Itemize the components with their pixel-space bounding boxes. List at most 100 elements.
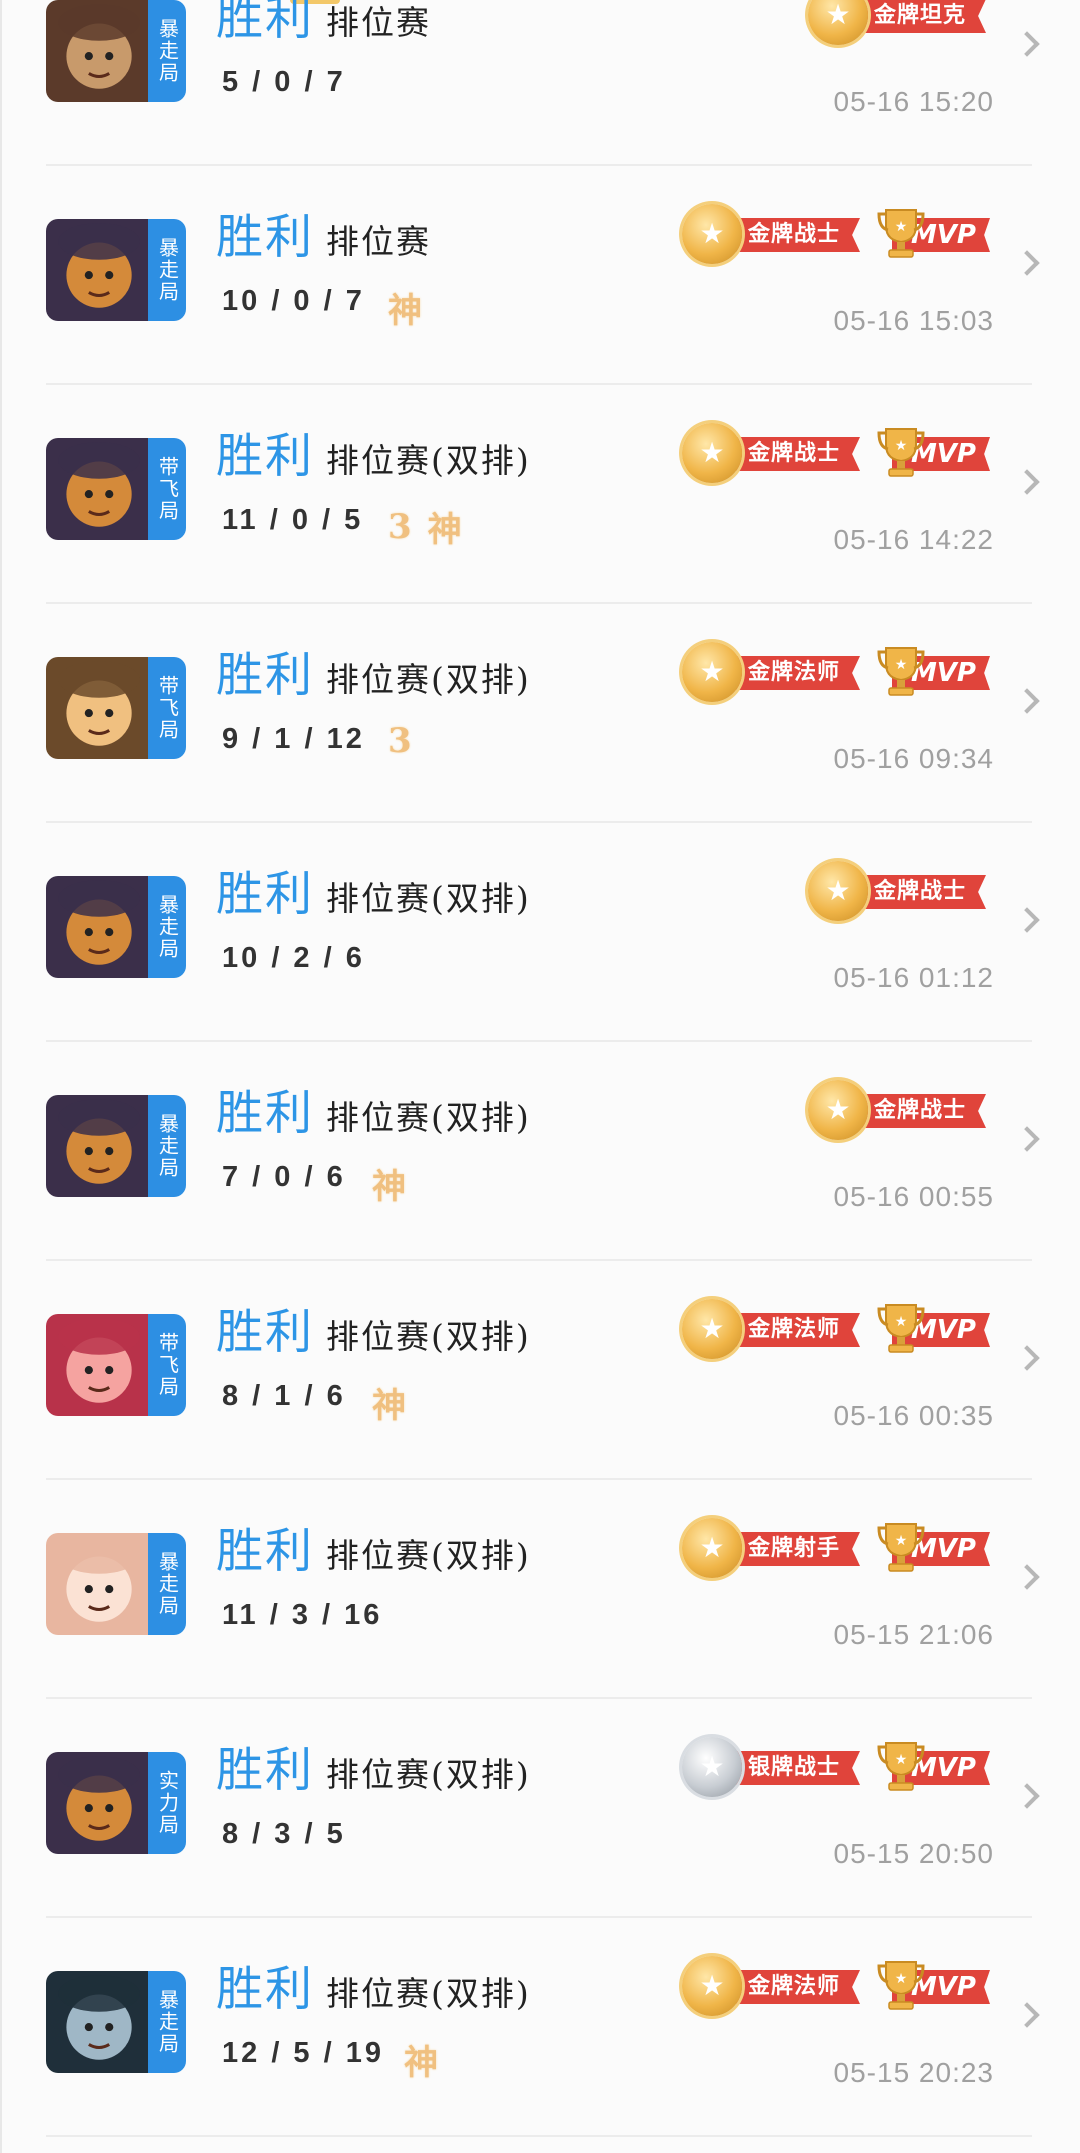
hero-portrait-graphic [46,1533,148,1635]
match-row[interactable]: 暴走局 胜利 排位赛(双排) 7 / 0 / 6 神 金牌战士 ★ 05-16 00:55 [0,1042,1080,1261]
trophy-icon: ★ [876,1739,926,1793]
match-mode-tag: 带飞局 [148,1314,186,1416]
match-mode-name: 排位赛(双排) [326,1974,531,2013]
trophy-icon: ★ [876,425,926,479]
match-kda: 8 / 3 / 5 [222,1818,346,1850]
match-result: 胜利 [216,1524,314,1579]
match-time: 05-15 20:23 [833,2057,994,2088]
match-mode-tag: 暴走局 [148,0,186,102]
chevron-right-icon[interactable] [1014,469,1040,495]
godlike-badge: 神 [372,1386,406,1426]
match-row[interactable]: 暴走局 胜利 排位赛 5 / 0 / 7 金牌坦克 ★ 05-16 15:20 [0,0,1080,166]
gold-medal-badge: 金牌法师 ★ [672,642,868,702]
match-awards: 金牌法师 ★ MVP ★ [672,1956,994,2016]
match-mode-tag: 暴走局 [148,1533,186,1635]
silver-medal-badge: 银牌战士 ★ [672,1737,868,1797]
chevron-right-icon[interactable] [1014,250,1040,276]
chevron-right-icon[interactable] [1014,688,1040,714]
match-kda: 10 / 2 / 6 [222,942,365,974]
match-mode-name: 排位赛 [326,222,431,261]
chevron-right-icon[interactable] [1014,2002,1040,2028]
match-mode-tag: 带飞局 [148,438,186,540]
godlike-badge: 神 [427,510,462,550]
svg-text:★: ★ [895,1533,908,1549]
match-mode-tag: 暴走局 [148,876,186,978]
match-result: 胜利 [216,1743,314,1798]
performance-badges: 3 [388,721,412,761]
hero-portrait-graphic [46,876,148,978]
match-row[interactable]: 带飞局 胜利 排位赛(双排) 9 / 1 / 12 3 金牌法师 ★ MVP ★ 05-16 09… [0,604,1080,823]
hero-portrait-icon [46,1314,148,1416]
match-awards: 银牌战士 ★ MVP ★ [672,1737,994,1797]
match-row[interactable]: 暴走局 胜利 排位赛(双排) 10 / 2 / 6 金牌战士 ★ 05-16 01:12 [0,823,1080,1042]
match-mode-name: 排位赛(双排) [326,1317,531,1356]
chevron-right-icon[interactable] [1014,31,1040,57]
match-kda: 11 / 3 / 16 [222,1599,383,1631]
match-row[interactable]: 带飞局 胜利 排位赛(双排) 8 / 1 / 6 神金牌法师 ★ MVP ★ 05-16 00:… [0,1261,1080,1480]
chevron-right-icon[interactable] [1014,1345,1040,1371]
match-result: 胜利 [216,0,314,46]
match-mode-tag: 暴走局 [148,219,186,321]
chevron-right-icon[interactable] [1014,1783,1040,1809]
match-result: 胜利 [216,867,314,922]
match-result: 胜利 [216,210,314,265]
match-result: 胜利 [216,1305,314,1360]
match-mode-tag: 暴走局 [148,1095,186,1197]
match-row[interactable]: 实力局 胜利 排位赛(双排) 8 / 3 / 5 银牌战士 ★ MVP ★ 05-15 20:5… [0,1699,1080,1918]
medal-icon: ★ [682,204,742,264]
svg-text:★: ★ [895,1314,908,1330]
match-row[interactable]: 暴走局 胜利 排位赛(双排) 11 / 3 / 16 金牌射手 ★ MVP ★ 05-15 21… [0,1480,1080,1699]
match-mode-name: 排位赛(双排) [326,1755,531,1794]
star-icon: ★ [699,436,725,469]
chevron-right-icon[interactable] [1014,907,1040,933]
medal-label: 银牌战士 [728,1751,860,1785]
hero-portrait-graphic [46,1752,148,1854]
medal-icon: ★ [808,0,868,45]
star-icon: ★ [699,1969,725,2002]
mvp-badge: MVP ★ [874,1518,994,1578]
chevron-right-icon[interactable] [1014,1564,1040,1590]
trophy-icon: ★ [876,1520,926,1574]
gold-medal-badge: 金牌法师 ★ [672,1956,868,2016]
match-result: 胜利 [216,648,314,703]
match-awards: 金牌战士 ★ [798,861,994,921]
trophy-icon: ★ [876,1301,926,1355]
match-kda: 9 / 1 / 12 [222,723,365,755]
mvp-badge: MVP ★ [874,642,994,702]
medal-label: 金牌法师 [728,1313,860,1347]
gold-medal-badge: 金牌战士 ★ [672,204,868,264]
star-icon: ★ [699,1750,725,1783]
medal-label: 金牌射手 [728,1532,860,1566]
performance-badges: 神 [372,1159,406,1208]
hero-portrait-graphic [46,438,148,540]
medal-label: 金牌法师 [728,1970,860,2004]
performance-badges: 神 [404,2035,438,2084]
mvp-badge: MVP ★ [874,1299,994,1359]
match-time: 05-16 15:20 [833,86,994,117]
svg-text:★: ★ [895,1752,908,1768]
star-icon: ★ [825,0,851,31]
medal-label: 金牌坦克 [854,0,986,33]
match-row[interactable]: 带飞局 胜利 排位赛(双排) 11 / 0 / 5 3 神金牌战士 ★ MVP ★ 05-16 1… [0,385,1080,604]
chevron-right-icon[interactable] [1014,1126,1040,1152]
star-icon: ★ [825,1093,851,1126]
hero-portrait-graphic [46,657,148,759]
match-mode-tag: 实力局 [148,1752,186,1854]
match-time: 05-16 09:34 [833,743,994,774]
gold-medal-badge: 金牌坦克 ★ [798,0,994,45]
match-mode-tag: 暴走局 [148,1971,186,2073]
medal-label: 金牌法师 [728,656,860,690]
match-row[interactable]: 暴走局 胜利 排位赛 10 / 0 / 7 神金牌战士 ★ MVP ★ 05-16 15:03 [0,166,1080,385]
star-icon: ★ [699,1531,725,1564]
performance-badges: 神 [388,283,422,332]
match-row[interactable]: 暴走局 胜利 排位赛(双排) 12 / 5 / 19 神金牌法师 ★ MVP ★ 05-15 2… [0,1918,1080,2137]
hero-portrait-icon [46,1752,148,1854]
gold-medal-badge: 金牌射手 ★ [672,1518,868,1578]
trophy-icon: ★ [876,1958,926,2012]
match-mode-name: 排位赛(双排) [326,1536,531,1575]
godlike-badge: 神 [404,2043,438,2083]
match-mode-name: 排位赛(双排) [326,1098,531,1137]
gold-medal-badge: 金牌战士 ★ [798,861,994,921]
medal-icon: ★ [682,423,742,483]
match-awards: 金牌射手 ★ MVP ★ [672,1518,994,1578]
